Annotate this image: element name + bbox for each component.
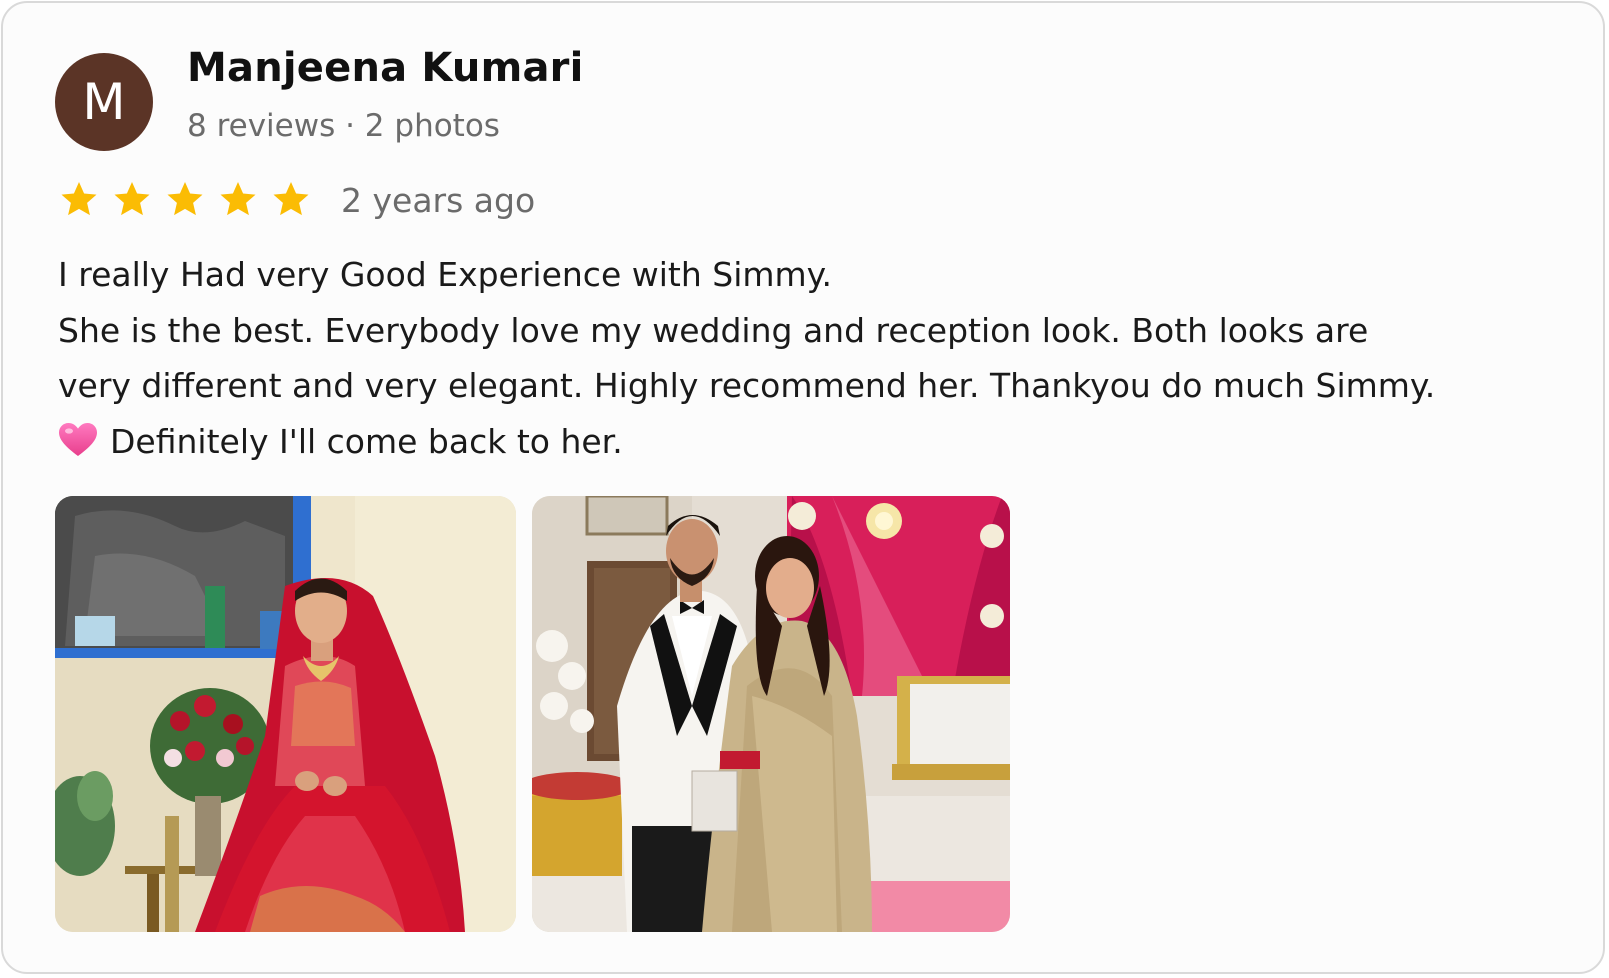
review-photo-bride[interactable] xyxy=(55,496,516,932)
review-line: very different and very elegant. Highly … xyxy=(58,366,1436,405)
star-icon xyxy=(114,182,150,216)
star-rating xyxy=(59,179,311,227)
star-icon xyxy=(273,182,309,216)
avatar[interactable]: M xyxy=(55,53,153,151)
review-line: I really Had very Good Experience with S… xyxy=(58,255,832,294)
review-line: She is the best. Everybody love my weddi… xyxy=(58,310,1369,350)
review-text: I really Had very Good Experience with S… xyxy=(58,247,1558,469)
review-time: 2 years ago xyxy=(341,181,536,220)
reviewer-meta: 8 reviews · 2 photos xyxy=(187,108,500,144)
bride-photo-image xyxy=(55,496,516,932)
star-icon xyxy=(61,182,97,216)
review-card: M Manjeena Kumari 8 reviews · 2 photos 2… xyxy=(1,1,1605,974)
review-line-text: Definitely I'll come back to her. xyxy=(110,421,623,461)
review-line: Definitely I'll come back to her. xyxy=(58,414,1558,470)
review-photo-couple[interactable] xyxy=(532,496,1010,932)
couple-photo-image xyxy=(532,496,1010,932)
star-icon xyxy=(167,182,203,216)
reviewer-name[interactable]: Manjeena Kumari xyxy=(187,45,584,91)
star-icon xyxy=(220,182,256,216)
pink-heart-icon xyxy=(59,422,97,456)
